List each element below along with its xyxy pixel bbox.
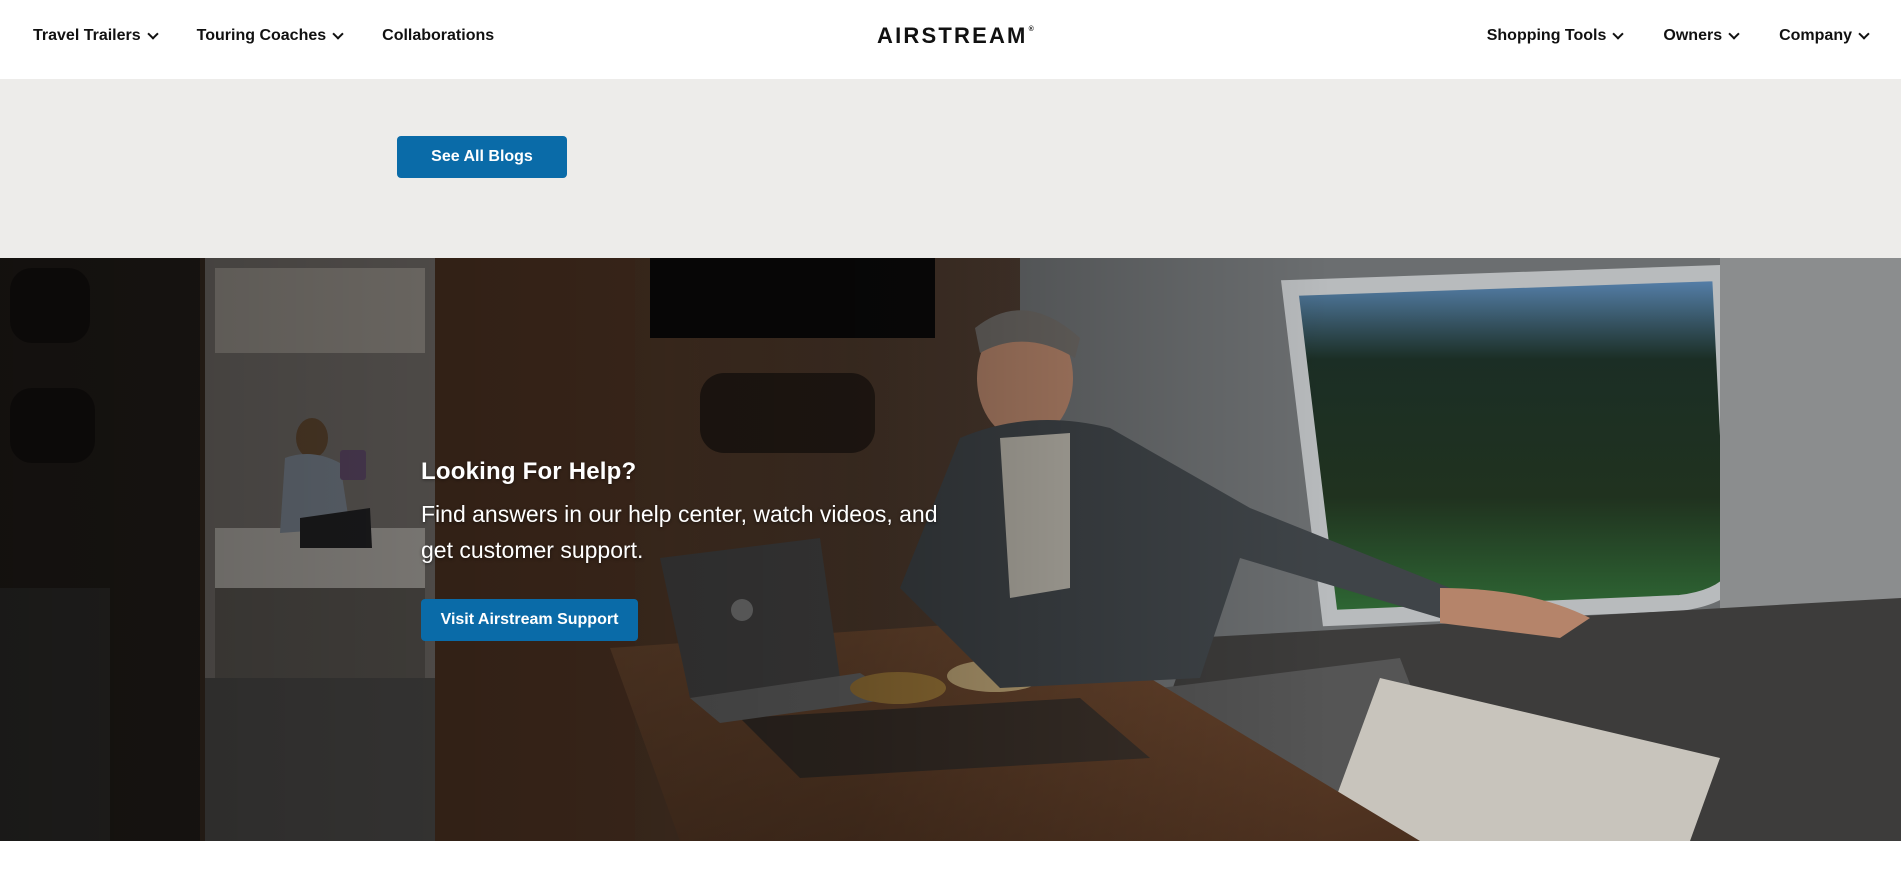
- chevron-down-icon: [332, 27, 344, 40]
- nav-shopping-tools-label: Shopping Tools: [1486, 27, 1607, 44]
- nav-owners-label: Owners: [1663, 27, 1723, 44]
- logo-text: AIRSTREAM: [877, 23, 1028, 48]
- nav-company[interactable]: Company: [1779, 27, 1870, 45]
- primary-nav-right: Shopping Tools Owners Company: [1446, 0, 1870, 72]
- chevron-down-icon: [1728, 27, 1740, 40]
- airstream-logo[interactable]: AIRSTREAM ®: [877, 23, 1034, 48]
- help-text-block: Looking For Help? Find answers in our he…: [421, 458, 941, 568]
- visit-support-button[interactable]: Visit Airstream Support: [421, 599, 638, 641]
- nav-collaborations[interactable]: Collaborations: [382, 27, 494, 45]
- chevron-down-icon: [1612, 27, 1625, 40]
- primary-nav-left: Travel Trailers Touring Coaches Collabor…: [33, 0, 534, 72]
- see-all-blogs-button[interactable]: See All Blogs: [397, 136, 567, 178]
- nav-touring-coaches[interactable]: Touring Coaches: [196, 27, 344, 45]
- nav-travel-trailers[interactable]: Travel Trailers: [33, 27, 159, 45]
- nav-collaborations-label: Collaborations: [382, 27, 495, 44]
- page-bottom-spacer: [0, 841, 1901, 881]
- nav-owners[interactable]: Owners: [1663, 27, 1740, 45]
- nav-shopping-tools[interactable]: Shopping Tools: [1486, 27, 1625, 45]
- help-description: Find answers in our help center, watch v…: [421, 501, 938, 563]
- logo-registered-mark: ®: [1028, 26, 1034, 33]
- chevron-down-icon: [1858, 27, 1870, 40]
- chevron-down-icon: [146, 27, 159, 40]
- blogs-section: See All Blogs: [0, 79, 1901, 258]
- nav-company-label: Company: [1779, 27, 1852, 44]
- help-title: Looking For Help?: [421, 458, 637, 485]
- nav-travel-trailers-label: Travel Trailers: [33, 27, 141, 44]
- nav-touring-coaches-label: Touring Coaches: [196, 27, 327, 44]
- site-header: Travel Trailers Touring Coaches Collabor…: [0, 0, 1901, 79]
- help-hero: Looking For Help? Find answers in our he…: [0, 258, 1901, 841]
- hero-background-image: [0, 258, 1901, 841]
